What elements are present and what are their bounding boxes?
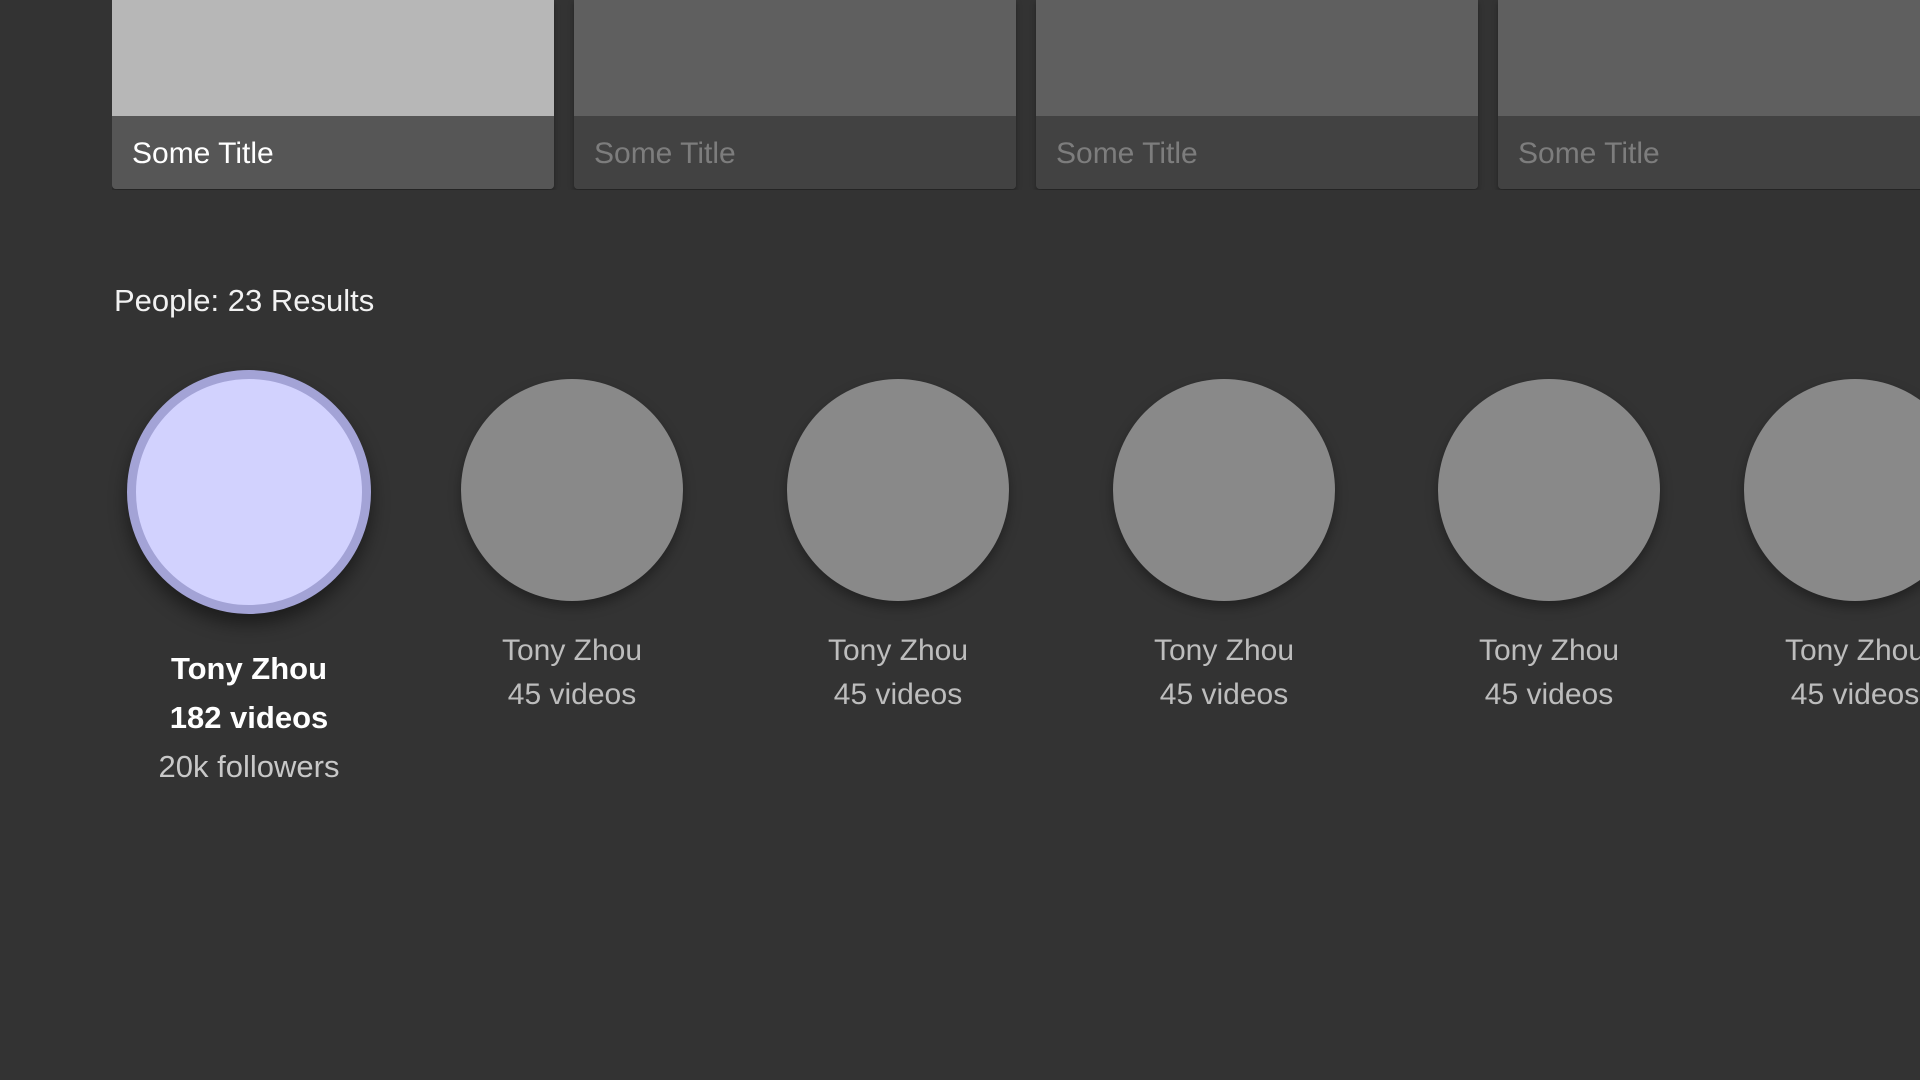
card-title: Some Title bbox=[1518, 137, 1660, 170]
people-section-title: People: 23 Results bbox=[114, 283, 375, 318]
avatar bbox=[461, 379, 683, 601]
card-thumbnail bbox=[112, 0, 554, 116]
person-name: Tony Zhou bbox=[1784, 634, 1920, 667]
avatar bbox=[127, 370, 371, 614]
person-name: Tony Zhou bbox=[501, 634, 643, 667]
person-name: Tony Zhou bbox=[1478, 634, 1620, 667]
person-video-count: 45 videos bbox=[1484, 678, 1614, 711]
person-video-count: 45 videos bbox=[1159, 678, 1289, 711]
person-card[interactable]: Tony Zhou 45 videos bbox=[1419, 360, 1679, 820]
card-thumbnail bbox=[574, 0, 1016, 116]
person-video-count: 45 videos bbox=[507, 678, 637, 711]
person-video-count: 45 videos bbox=[833, 678, 963, 711]
person-card[interactable]: Tony Zhou 45 videos bbox=[442, 360, 702, 820]
person-card[interactable]: Tony Zhou 182 videos 20k followers bbox=[119, 360, 379, 820]
person-card[interactable]: Tony Zhou 45 videos bbox=[1725, 360, 1920, 820]
person-card[interactable]: Tony Zhou 45 videos bbox=[1094, 360, 1354, 820]
avatar bbox=[1744, 379, 1920, 601]
person-follower-count: 20k followers bbox=[158, 749, 340, 784]
title-card[interactable]: Some Title bbox=[1498, 0, 1920, 189]
card-title: Some Title bbox=[132, 137, 274, 170]
card-thumbnail bbox=[1036, 0, 1478, 116]
person-name: Tony Zhou bbox=[827, 634, 969, 667]
title-card[interactable]: Some Title bbox=[112, 0, 554, 189]
card-title: Some Title bbox=[594, 137, 736, 170]
people-row: Tony Zhou 182 videos 20k followers Tony … bbox=[0, 360, 1920, 820]
person-video-count: 45 videos bbox=[1790, 678, 1920, 711]
person-card[interactable]: Tony Zhou 45 videos bbox=[768, 360, 1028, 820]
avatar bbox=[1438, 379, 1660, 601]
person-name: Tony Zhou bbox=[1153, 634, 1295, 667]
avatar bbox=[787, 379, 1009, 601]
search-results-screen: Some Title Some Title Some Title Some Ti… bbox=[0, 0, 1920, 1080]
title-cards-row: Some Title Some Title Some Title Some Ti… bbox=[112, 0, 1920, 190]
person-name: Tony Zhou bbox=[170, 651, 328, 686]
title-card[interactable]: Some Title bbox=[574, 0, 1016, 189]
card-thumbnail bbox=[1498, 0, 1920, 116]
person-video-count: 182 videos bbox=[169, 700, 329, 735]
card-title: Some Title bbox=[1056, 137, 1198, 170]
avatar bbox=[1113, 379, 1335, 601]
title-card[interactable]: Some Title bbox=[1036, 0, 1478, 189]
